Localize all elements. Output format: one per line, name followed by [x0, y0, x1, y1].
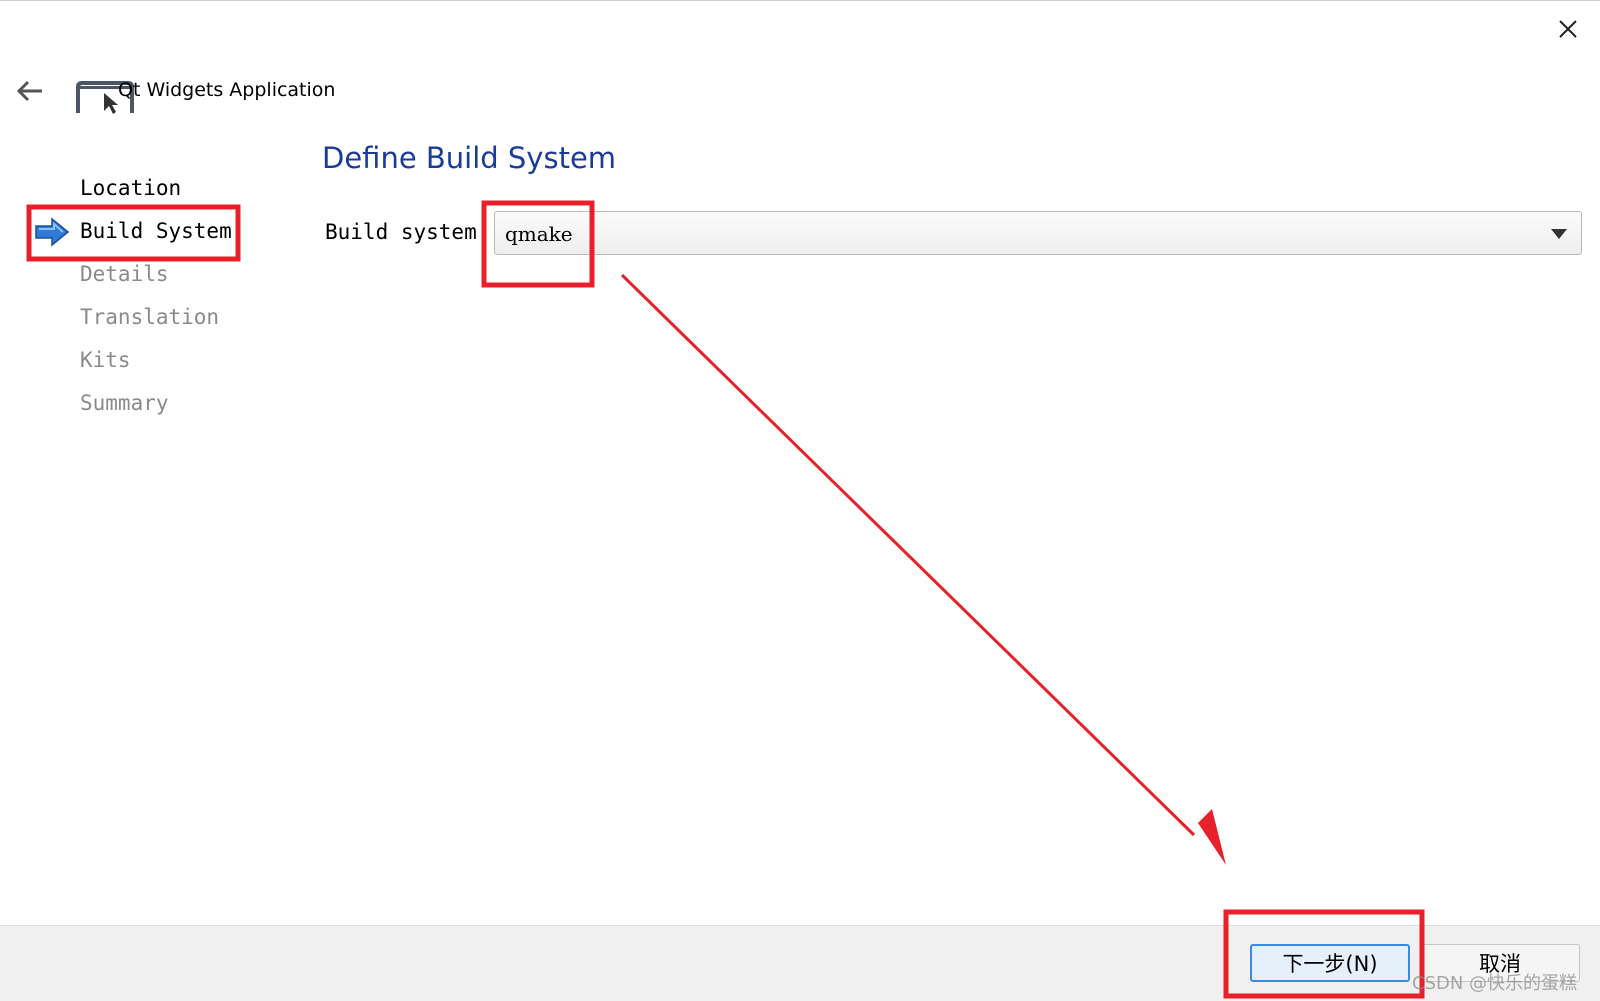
back-button[interactable] [10, 71, 50, 111]
wizard-window: Qt Widgets Application Location Build Sy… [0, 0, 1600, 1001]
annotation-arrow-line [620, 273, 1196, 837]
current-step-arrow-icon [35, 217, 70, 247]
page-title: Define Build System [322, 141, 617, 175]
build-system-value: qmake [505, 222, 573, 246]
step-build-system: Build System [80, 219, 232, 243]
build-system-label: Build system: [325, 220, 490, 244]
back-arrow-icon [16, 80, 42, 102]
build-system-dropdown[interactable]: qmake [494, 211, 1582, 255]
close-icon [1559, 20, 1577, 38]
annotation-overlay [26, 200, 1425, 999]
step-details: Details [80, 262, 169, 286]
close-button[interactable] [1548, 9, 1588, 49]
step-summary: Summary [80, 391, 169, 415]
next-button[interactable]: 下一步(N) [1250, 944, 1410, 982]
wizard-title: Qt Widgets Application [118, 79, 336, 101]
annotation-arrowhead-icon [1198, 809, 1226, 865]
step-location: Location [80, 176, 182, 200]
step-kits: Kits [80, 348, 131, 372]
watermark: CSDN @快乐的蛋糕 [1412, 973, 1578, 994]
step-translation: Translation [80, 305, 220, 329]
chevron-down-icon [1551, 229, 1567, 239]
